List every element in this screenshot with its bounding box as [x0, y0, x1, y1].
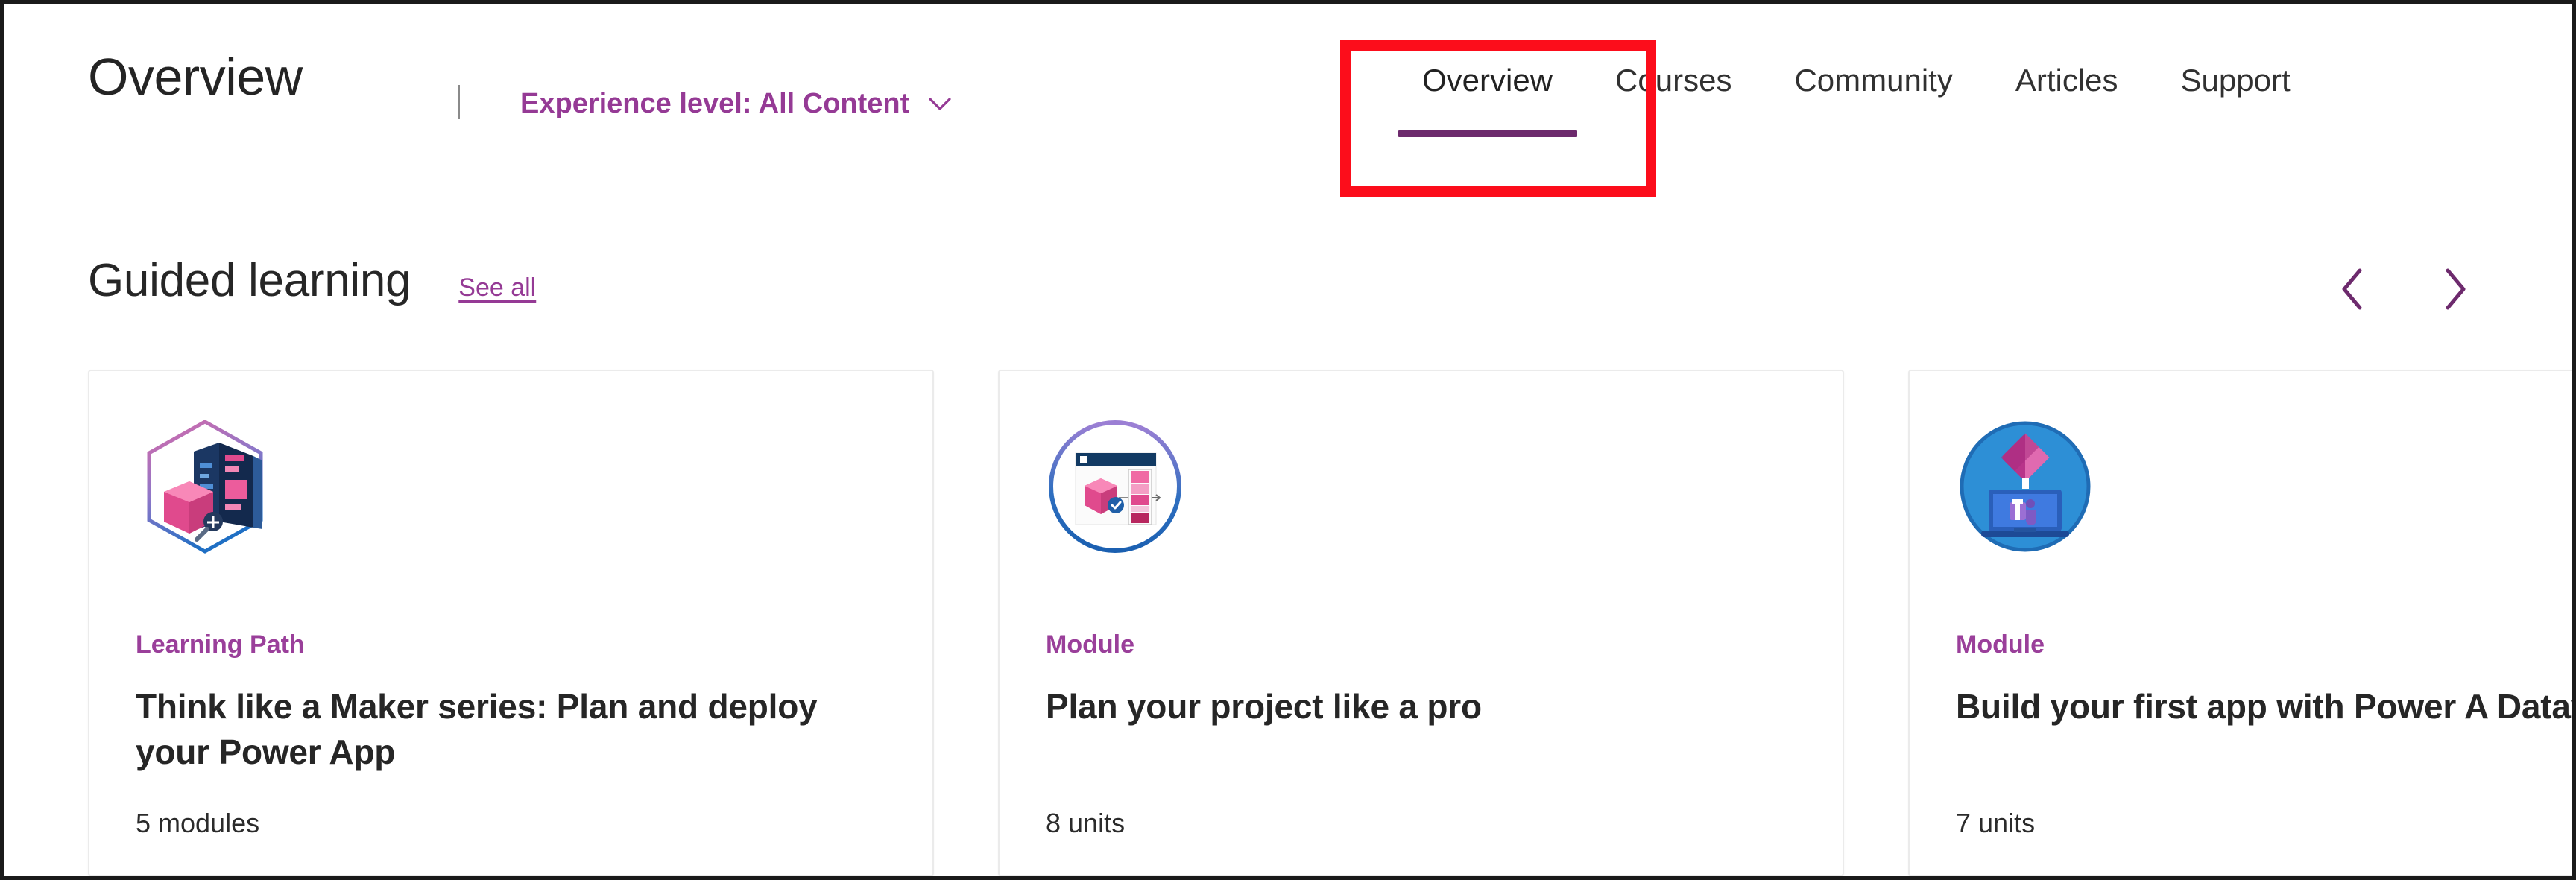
experience-level-label: Experience level: All Content: [520, 88, 910, 119]
card-module-plan-project[interactable]: Module Plan your project like a pro 8 un…: [998, 370, 1844, 876]
learning-path-hexagon-icon: [136, 417, 274, 556]
tab-community-label: Community: [1794, 63, 1953, 98]
chevron-down-icon: [929, 98, 951, 110]
guided-learning-section-header: Guided learning See all: [88, 258, 536, 304]
tab-articles[interactable]: Articles: [1984, 63, 2150, 152]
tab-overview-label: Overview: [1422, 63, 1553, 98]
card-title: Build your first app with Power A Datave…: [1956, 687, 2572, 726]
see-all-link[interactable]: See all: [458, 273, 536, 303]
carousel-prev-button[interactable]: [2330, 267, 2376, 313]
experience-level-dropdown[interactable]: Experience level: All Content: [520, 88, 951, 120]
tab-articles-label: Articles: [2015, 63, 2118, 98]
card-title: Plan your project like a pro: [1046, 687, 1482, 726]
section-title: Guided learning: [88, 255, 411, 306]
tab-courses[interactable]: Courses: [1584, 63, 1763, 152]
tab-support-label: Support: [2180, 63, 2291, 98]
card-learning-path[interactable]: Learning Path Think like a Maker series:…: [88, 370, 934, 876]
module-circle-teams-icon: [1956, 417, 2094, 556]
tab-support[interactable]: Support: [2150, 63, 2322, 152]
card-meta: 7 units: [1956, 808, 2036, 838]
card-kicker: Learning Path: [136, 630, 305, 659]
primary-nav-tabs: Overview Courses Community Articles Supp…: [1391, 63, 2322, 152]
card-kicker: Module: [1046, 630, 1134, 659]
card-title: Think like a Maker series: Plan and depl…: [136, 687, 818, 771]
chevron-right-icon: [2437, 266, 2472, 314]
chevron-left-icon: [2335, 266, 2371, 314]
card-meta: 8 units: [1046, 808, 1126, 838]
module-circle-plan-icon: [1046, 417, 1184, 556]
card-meta: 5 modules: [136, 808, 260, 838]
carousel-next-button[interactable]: [2431, 267, 2478, 313]
carousel-navigation: [2330, 267, 2478, 313]
screenshot-root: Overview Experience level: All Content O…: [0, 0, 2576, 880]
tab-overview[interactable]: Overview: [1391, 63, 1584, 152]
tab-active-underline: [1398, 130, 1577, 137]
tab-courses-label: Courses: [1615, 63, 1732, 98]
guided-learning-card-row: Learning Path Think like a Maker series:…: [88, 370, 2572, 876]
card-kicker: Module: [1956, 630, 2045, 659]
page-title: Overview: [88, 48, 303, 106]
card-module-build-first-app[interactable]: Module Build your first app with Power A…: [1908, 370, 2572, 876]
title-divider: [458, 85, 460, 119]
tab-community[interactable]: Community: [1763, 63, 1983, 152]
page-header: Overview Experience level: All Content O…: [4, 4, 2572, 198]
